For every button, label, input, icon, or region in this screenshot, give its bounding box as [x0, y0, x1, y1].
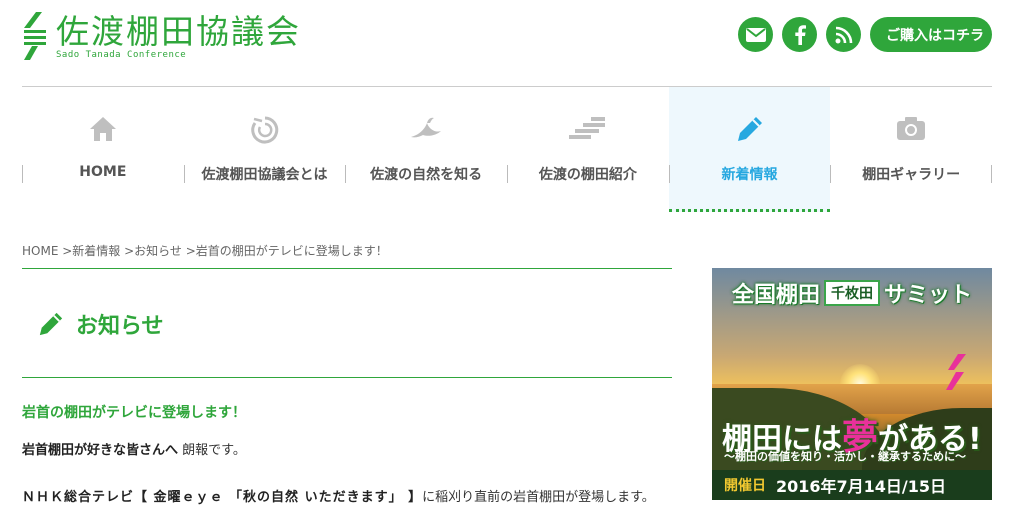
camera-icon [897, 117, 926, 140]
section-header: お知らせ [38, 308, 164, 340]
banner-heading-text: サミット [884, 283, 973, 308]
buy-button[interactable]: ご購入はコチラ [870, 17, 992, 52]
nav-label: HOME [79, 164, 127, 180]
banner-heading-badge: 千枚田 [824, 280, 880, 306]
sado-island-icon [946, 354, 966, 390]
mail-button[interactable] [738, 17, 773, 52]
pencil-icon [39, 312, 63, 336]
logo-subtitle: Sado Tanada Conference [56, 50, 187, 60]
nav-item-news[interactable]: 新着情報 [668, 87, 831, 212]
nav-separator [991, 165, 992, 183]
paragraph-text: 朗報です。 [178, 443, 246, 458]
logo-mark-icon [24, 12, 46, 60]
buy-button-label: ご購入はコチラ [886, 27, 984, 44]
article-paragraph: ＮＨＫ総合テレビ【 金曜ｅｙｅ 「秋の自然 いただきます」 】に稲刈り直前の岩首… [22, 486, 655, 505]
nav-label: 佐渡の自然を知る [370, 167, 483, 183]
facebook-button[interactable] [782, 17, 817, 52]
section-title: お知らせ [76, 314, 164, 339]
swirl-icon [250, 116, 278, 144]
main-nav: HOME 佐渡棚田協議会とは 佐渡の自然を知る 佐渡の棚田紹介 新着情報 棚田ギ… [22, 87, 992, 212]
divider-line [22, 268, 672, 269]
nav-label: 佐渡棚田協議会とは [201, 167, 328, 183]
banner-footer: 開催日 2016年7月14日/15日 [712, 470, 992, 500]
breadcrumb[interactable]: HOME >新着情報 >お知らせ >岩首の棚田がテレビに登場します！ [22, 242, 388, 259]
pencil-icon [737, 117, 762, 141]
banner-subline: 〜棚田の価値を知り・活かし・継承するために〜 [724, 450, 966, 463]
facebook-icon [794, 24, 806, 45]
nav-label: 棚田ギャラリー [862, 167, 961, 183]
nav-item-home[interactable]: HOME [22, 87, 184, 212]
nav-label: 新着情報 [721, 167, 778, 183]
nav-item-terraces[interactable]: 佐渡の棚田紹介 [507, 87, 669, 212]
terrace-icon [568, 117, 605, 139]
ibis-icon [411, 117, 442, 138]
banner-heading-text: 全国棚田 [731, 283, 820, 308]
nav-label: 佐渡の棚田紹介 [538, 167, 637, 183]
rss-icon [835, 26, 852, 43]
article-title: 岩首の棚田がテレビに登場します！ [22, 405, 246, 421]
nav-item-about[interactable]: 佐渡棚田協議会とは [183, 87, 346, 212]
home-icon [89, 117, 116, 141]
divider-line [22, 377, 672, 378]
nav-item-nature[interactable]: 佐渡の自然を知る [345, 87, 507, 212]
paragraph-text: に稲刈り直前の岩首棚田が登場します。 [422, 490, 655, 505]
mail-icon [745, 27, 766, 42]
paragraph-emphasis: 岩首棚田が好きな皆さんへ [22, 443, 179, 458]
banner-date: 2016年7月14日/15日 [776, 477, 947, 496]
summit-banner[interactable]: 全国棚田 千枚田 サミット 棚田には夢がある! 〜棚田の価値を知り・活かし・継承… [712, 268, 992, 500]
banner-date-label: 開催日 [724, 478, 766, 494]
rss-button[interactable] [826, 17, 861, 52]
header-actions: ご購入はコチラ [738, 17, 992, 52]
nav-item-gallery[interactable]: 棚田ギャラリー [830, 87, 992, 212]
paragraph-emphasis: ＮＨＫ総合テレビ【 金曜ｅｙｅ 「秋の自然 いただきます」 】 [22, 490, 423, 505]
logo-title: 佐渡棚田協議会 [56, 12, 301, 51]
article-paragraph: 岩首棚田が好きな皆さんへ 朗報です。 [22, 439, 246, 458]
banner-heading: 全国棚田 千枚田 サミット [712, 268, 992, 318]
